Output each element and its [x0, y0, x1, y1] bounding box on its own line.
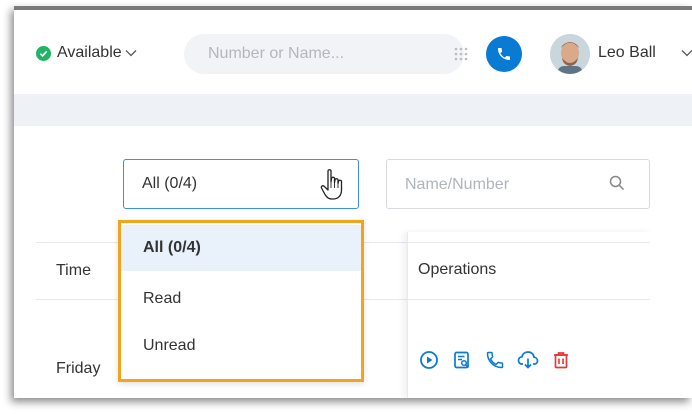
- name-number-input[interactable]: [403, 175, 607, 195]
- name-number-search: [386, 159, 650, 209]
- chevron-down-icon[interactable]: [681, 46, 692, 60]
- dial-search-input[interactable]: [206, 44, 420, 64]
- filter-selected-value: All (0/4): [142, 175, 198, 192]
- dial-search-bar: [184, 34, 468, 74]
- play-icon[interactable]: [418, 349, 440, 371]
- phone-icon: [498, 48, 510, 60]
- main-content: All (0/4) Time n Operations Friday 0: [14, 126, 692, 398]
- app-window: Available Number or Name... Leo Ball All…: [14, 6, 692, 398]
- column-header-time: Time: [56, 262, 91, 279]
- column-header-operations: Operations: [418, 261, 497, 278]
- dropdown-option-read[interactable]: Read: [121, 276, 361, 322]
- search-icon[interactable]: [609, 175, 625, 196]
- status-selector[interactable]: Available: [36, 44, 137, 62]
- chevron-down-icon: [125, 46, 137, 60]
- avatar[interactable]: [550, 34, 590, 74]
- status-label: Available: [57, 44, 122, 61]
- operations-column: Operations: [407, 232, 653, 398]
- transcript-icon[interactable]: [451, 349, 473, 371]
- top-bar: Available Number or Name... Leo Ball: [14, 10, 692, 94]
- user-name[interactable]: Leo Ball: [598, 44, 656, 62]
- row-time-cell: Friday: [56, 360, 101, 377]
- dropdown-option-unread[interactable]: Unread: [121, 323, 361, 369]
- call-back-icon[interactable]: [484, 349, 506, 371]
- read-status-filter[interactable]: All (0/4): [123, 159, 359, 209]
- read-status-dropdown: All (0/4) Read Unread: [118, 220, 364, 382]
- download-icon[interactable]: [517, 349, 539, 371]
- toolbar-band: [14, 94, 692, 126]
- check-icon: [36, 45, 51, 61]
- row-operations: [418, 349, 572, 371]
- delete-icon[interactable]: [550, 349, 572, 371]
- call-button[interactable]: [486, 36, 522, 72]
- dropdown-option-all[interactable]: All (0/4): [121, 225, 361, 271]
- hand-cursor-icon: [320, 168, 346, 207]
- dialpad-icon[interactable]: [454, 47, 468, 66]
